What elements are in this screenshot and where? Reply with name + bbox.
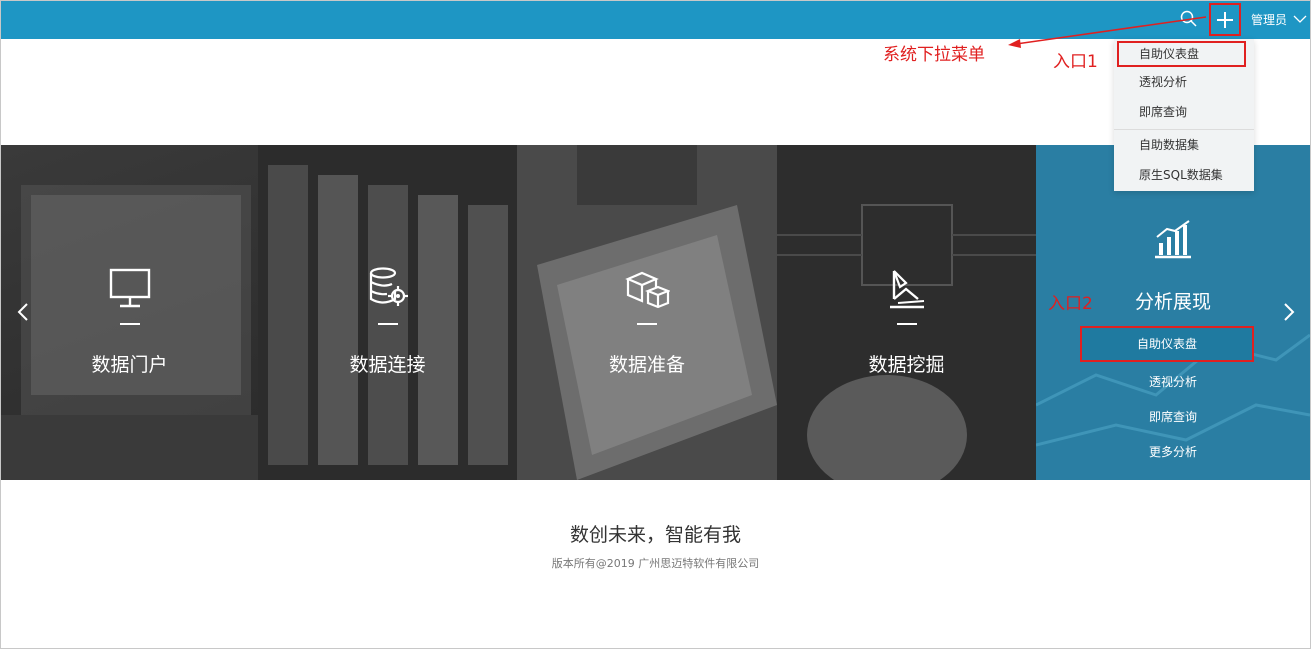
title-dash [119, 323, 140, 325]
panel-title: 分析展现 [1134, 291, 1211, 313]
panel-data-preparation[interactable]: 数据准备 [517, 145, 777, 480]
carousel-next-arrow[interactable] [1281, 300, 1297, 324]
documents-background [537, 145, 777, 480]
panel-title: 数据连接 [349, 354, 426, 376]
server-background [268, 165, 508, 465]
title-dash [896, 323, 917, 325]
title-dash [637, 323, 657, 325]
panel-data-connection[interactable]: 数据连接 [258, 145, 517, 480]
feature-banner: 数据门户 数据连接 数据准备 数据挖掘 入口2 分析展现 自助仪表盘 透视分析 … [1, 145, 1310, 480]
monitor-icon [109, 268, 150, 308]
footer-slogan: 数创未来，智能有我 [569, 524, 741, 546]
title-dash [377, 323, 398, 325]
cubes-icon [625, 271, 670, 309]
analysis-item-adhoc[interactable]: 即席查询 [1036, 408, 1310, 425]
footer-copyright: 版本所有@2019 广州思迈特软件有限公司 [551, 557, 760, 570]
panel-data-portal[interactable]: 数据门户 [1, 145, 258, 480]
mining-icon [889, 270, 924, 309]
dropdown-item-self-dataset[interactable]: 自助数据集 [1114, 130, 1254, 160]
dropdown-item-adhoc[interactable]: 即席查询 [1114, 97, 1254, 127]
analysis-item-dashboard[interactable]: 自助仪表盘 [1080, 326, 1254, 362]
circuit-background [777, 204, 1036, 480]
annotation-arrow [1008, 16, 1207, 48]
analysis-item-pivot[interactable]: 透视分析 [1036, 373, 1310, 390]
analysis-item-more[interactable]: 更多分析 [1036, 443, 1310, 460]
laptop-background [1, 185, 258, 480]
panel-title: 数据准备 [608, 354, 685, 376]
panel-data-mining[interactable]: 数据挖掘 [777, 145, 1036, 480]
database-gear-icon [369, 267, 408, 306]
dropdown-item-sql-dataset[interactable]: 原生SQL数据集 [1114, 160, 1254, 190]
panel-title: 数据挖掘 [868, 354, 945, 376]
carousel-prev-arrow[interactable] [15, 300, 31, 324]
panel-title: 数据门户 [91, 354, 168, 376]
bar-chart-icon [1155, 220, 1191, 259]
panel-analysis[interactable]: 入口2 分析展现 自助仪表盘 透视分析 即席查询 更多分析 [1036, 145, 1310, 480]
